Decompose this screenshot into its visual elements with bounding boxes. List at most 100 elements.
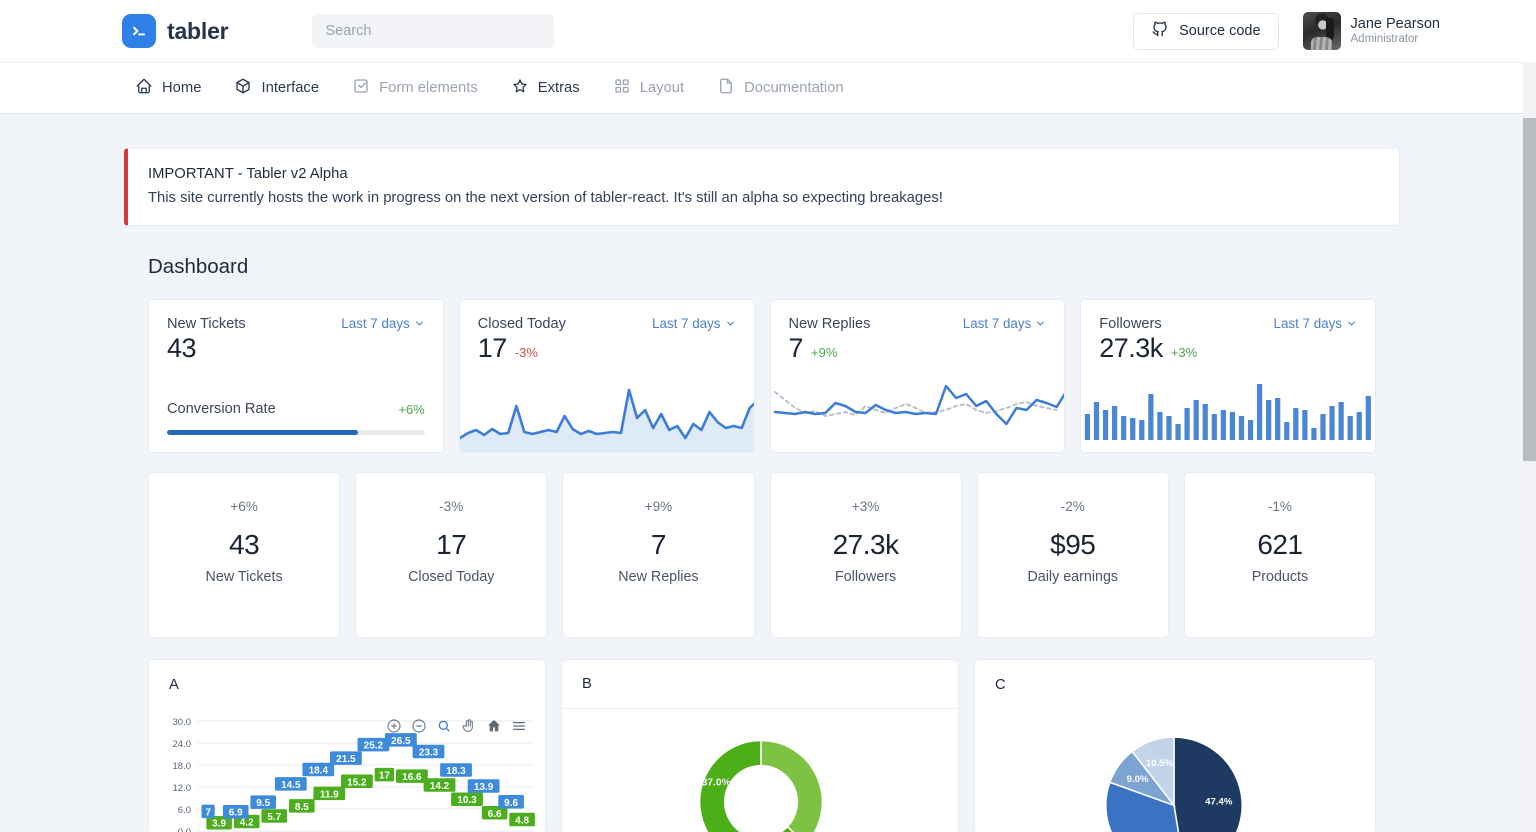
mini-label: Products [1251,569,1309,585]
terminal-prompt-icon [122,14,156,48]
top-header: tabler Source code Jane Pearson Administ… [0,0,1536,62]
stat-card-new-replies: New Replies Last 7 days 7 +9% [769,299,1066,453]
stat-card-new-tickets: New Tickets Last 7 days 43 Conversion Ra… [148,299,444,453]
search-input[interactable] [325,23,542,39]
stat-value: 7 [788,333,804,363]
svg-text:4.2: 4.2 [240,818,254,829]
nav-label: Interface [261,80,320,96]
user-role: Administrator [1350,32,1419,45]
scrollbar-thumb[interactable] [1523,118,1536,461]
svg-text:11.9: 11.9 [320,789,339,800]
user-menu[interactable]: Jane Pearson Administrator [1302,12,1440,50]
svg-text:9.6: 9.6 [504,798,518,809]
mini-label: Closed Today [408,569,495,585]
mini-label: New Tickets [205,569,283,585]
app-viewport: tabler Source code Jane Pearson Administ… [0,0,1536,832]
svg-text:15.2: 15.2 [347,777,367,788]
home-icon [135,77,153,99]
chart-c-header: C [975,660,1375,709]
svg-text:14.5: 14.5 [281,780,301,791]
stat-card-closed-today: Closed Today Last 7 days 17 -3% [458,299,755,453]
chart-b-body: 37.0% [562,709,958,832]
user-meta: Jane Pearson Administrator [1351,16,1440,47]
mini-card-new-replies: +9% 7 New Replies [562,472,755,638]
stat-value: 27.3k [1099,333,1163,363]
conversion-label: Conversion Rate [167,401,276,417]
svg-text:6.9: 6.9 [229,808,243,819]
alert-banner: IMPORTANT - Tabler v2 Alpha This site cu… [124,148,1400,226]
chart-c-pie: 47.4% 9.0% 10.5% [1105,736,1243,832]
svg-text:10.5%: 10.5% [1146,758,1174,769]
svg-text:24.0: 24.0 [173,739,192,750]
svg-text:25.2: 25.2 [364,741,384,752]
svg-text:18.0: 18.0 [173,761,192,772]
svg-text:9.0%: 9.0% [1127,774,1149,785]
range-label: Last 7 days [652,316,721,331]
nav-item-home[interactable]: Home [135,77,201,99]
mini-pct: -1% [1267,499,1293,514]
sparkline-bar-chart [1085,384,1372,440]
range-label: Last 7 days [341,316,410,331]
range-dropdown[interactable]: Last 7 days [1274,316,1357,331]
source-code-label: Source code [1179,23,1261,39]
github-icon [1151,20,1169,42]
chevron-down-icon [1348,321,1355,326]
nav-label: Documentation [744,80,844,96]
chart-card-a: A 0.0 6.0 12.0 18.0 24.0 30.0 3.9 4.2 5.7 8.5 11.9… [148,659,546,832]
conversion-block: Conversion Rate +6% [149,401,443,452]
brand-logo[interactable]: tabler [122,14,229,48]
range-dropdown[interactable]: Last 7 days [652,316,735,331]
svg-text:6.0: 6.0 [178,805,191,816]
mini-value: 17 [436,529,467,560]
stat-delta: +9% [811,345,838,360]
pan-icon[interactable] [461,718,477,734]
stat-card-row: New Tickets Last 7 days 43 Conversion Ra… [124,299,1400,453]
chevron-down-icon [726,321,734,326]
main-navigation: Home Interface Form elements Extras Layo… [0,62,1536,114]
card-header: Followers Last 7 days [1081,300,1375,332]
reset-icon[interactable] [486,718,502,734]
svg-text:26.5: 26.5 [391,736,411,747]
sparkline-line-chart [773,384,1065,426]
range-label: Last 7 days [1273,316,1342,331]
brand-name: tabler [167,17,229,44]
star-icon [511,77,529,99]
nav-item-layout[interactable]: Layout [613,77,684,99]
svg-text:0.0: 0.0 [178,827,191,832]
chart-title: B [582,676,592,692]
svg-text:3.9: 3.9 [212,819,226,830]
sparkline-area-chart [459,388,754,452]
menu-icon[interactable] [511,718,527,734]
mini-label: Followers [835,569,897,585]
zoom-in-icon[interactable] [386,718,402,734]
source-code-button[interactable]: Source code [1133,12,1279,50]
header-actions: Source code Jane Pearson Administrator [1133,12,1440,50]
svg-text:23.3: 23.3 [419,748,439,759]
svg-text:5.7: 5.7 [267,812,281,823]
alert-text: This site currently hosts the work in pr… [148,190,943,206]
nav-item-interface[interactable]: Interface [234,77,319,99]
mini-pct: +9% [644,499,673,514]
stat-value: 17 [477,333,508,363]
stat-value-row: 7 +9% [771,332,1065,364]
chart-title: A [169,676,179,693]
zoom-out-icon[interactable] [411,718,427,734]
svg-text:10.3: 10.3 [457,795,477,806]
mini-label: New Replies [618,569,699,585]
nav-item-form-elements[interactable]: Form elements [352,77,478,99]
range-dropdown[interactable]: Last 7 days [341,316,424,331]
chart-c-body: 47.4% 9.0% 10.5% [975,709,1375,832]
search-box[interactable] [312,14,555,48]
range-dropdown[interactable]: Last 7 days [963,316,1046,331]
mini-card-new-tickets: +6% 43 New Tickets [148,472,341,638]
page-title: Dashboard [148,255,249,278]
selection-zoom-icon[interactable] [436,718,452,734]
nav-item-documentation[interactable]: Documentation [717,77,844,99]
checkbox-icon [352,77,370,99]
chart-toolbar [386,718,527,734]
nav-item-extras[interactable]: Extras [511,77,580,99]
file-icon [717,77,735,99]
card-header: New Replies Last 7 days [771,300,1065,332]
page-content: IMPORTANT - Tabler v2 Alpha This site cu… [0,148,1536,832]
chevron-down-icon [415,321,423,326]
